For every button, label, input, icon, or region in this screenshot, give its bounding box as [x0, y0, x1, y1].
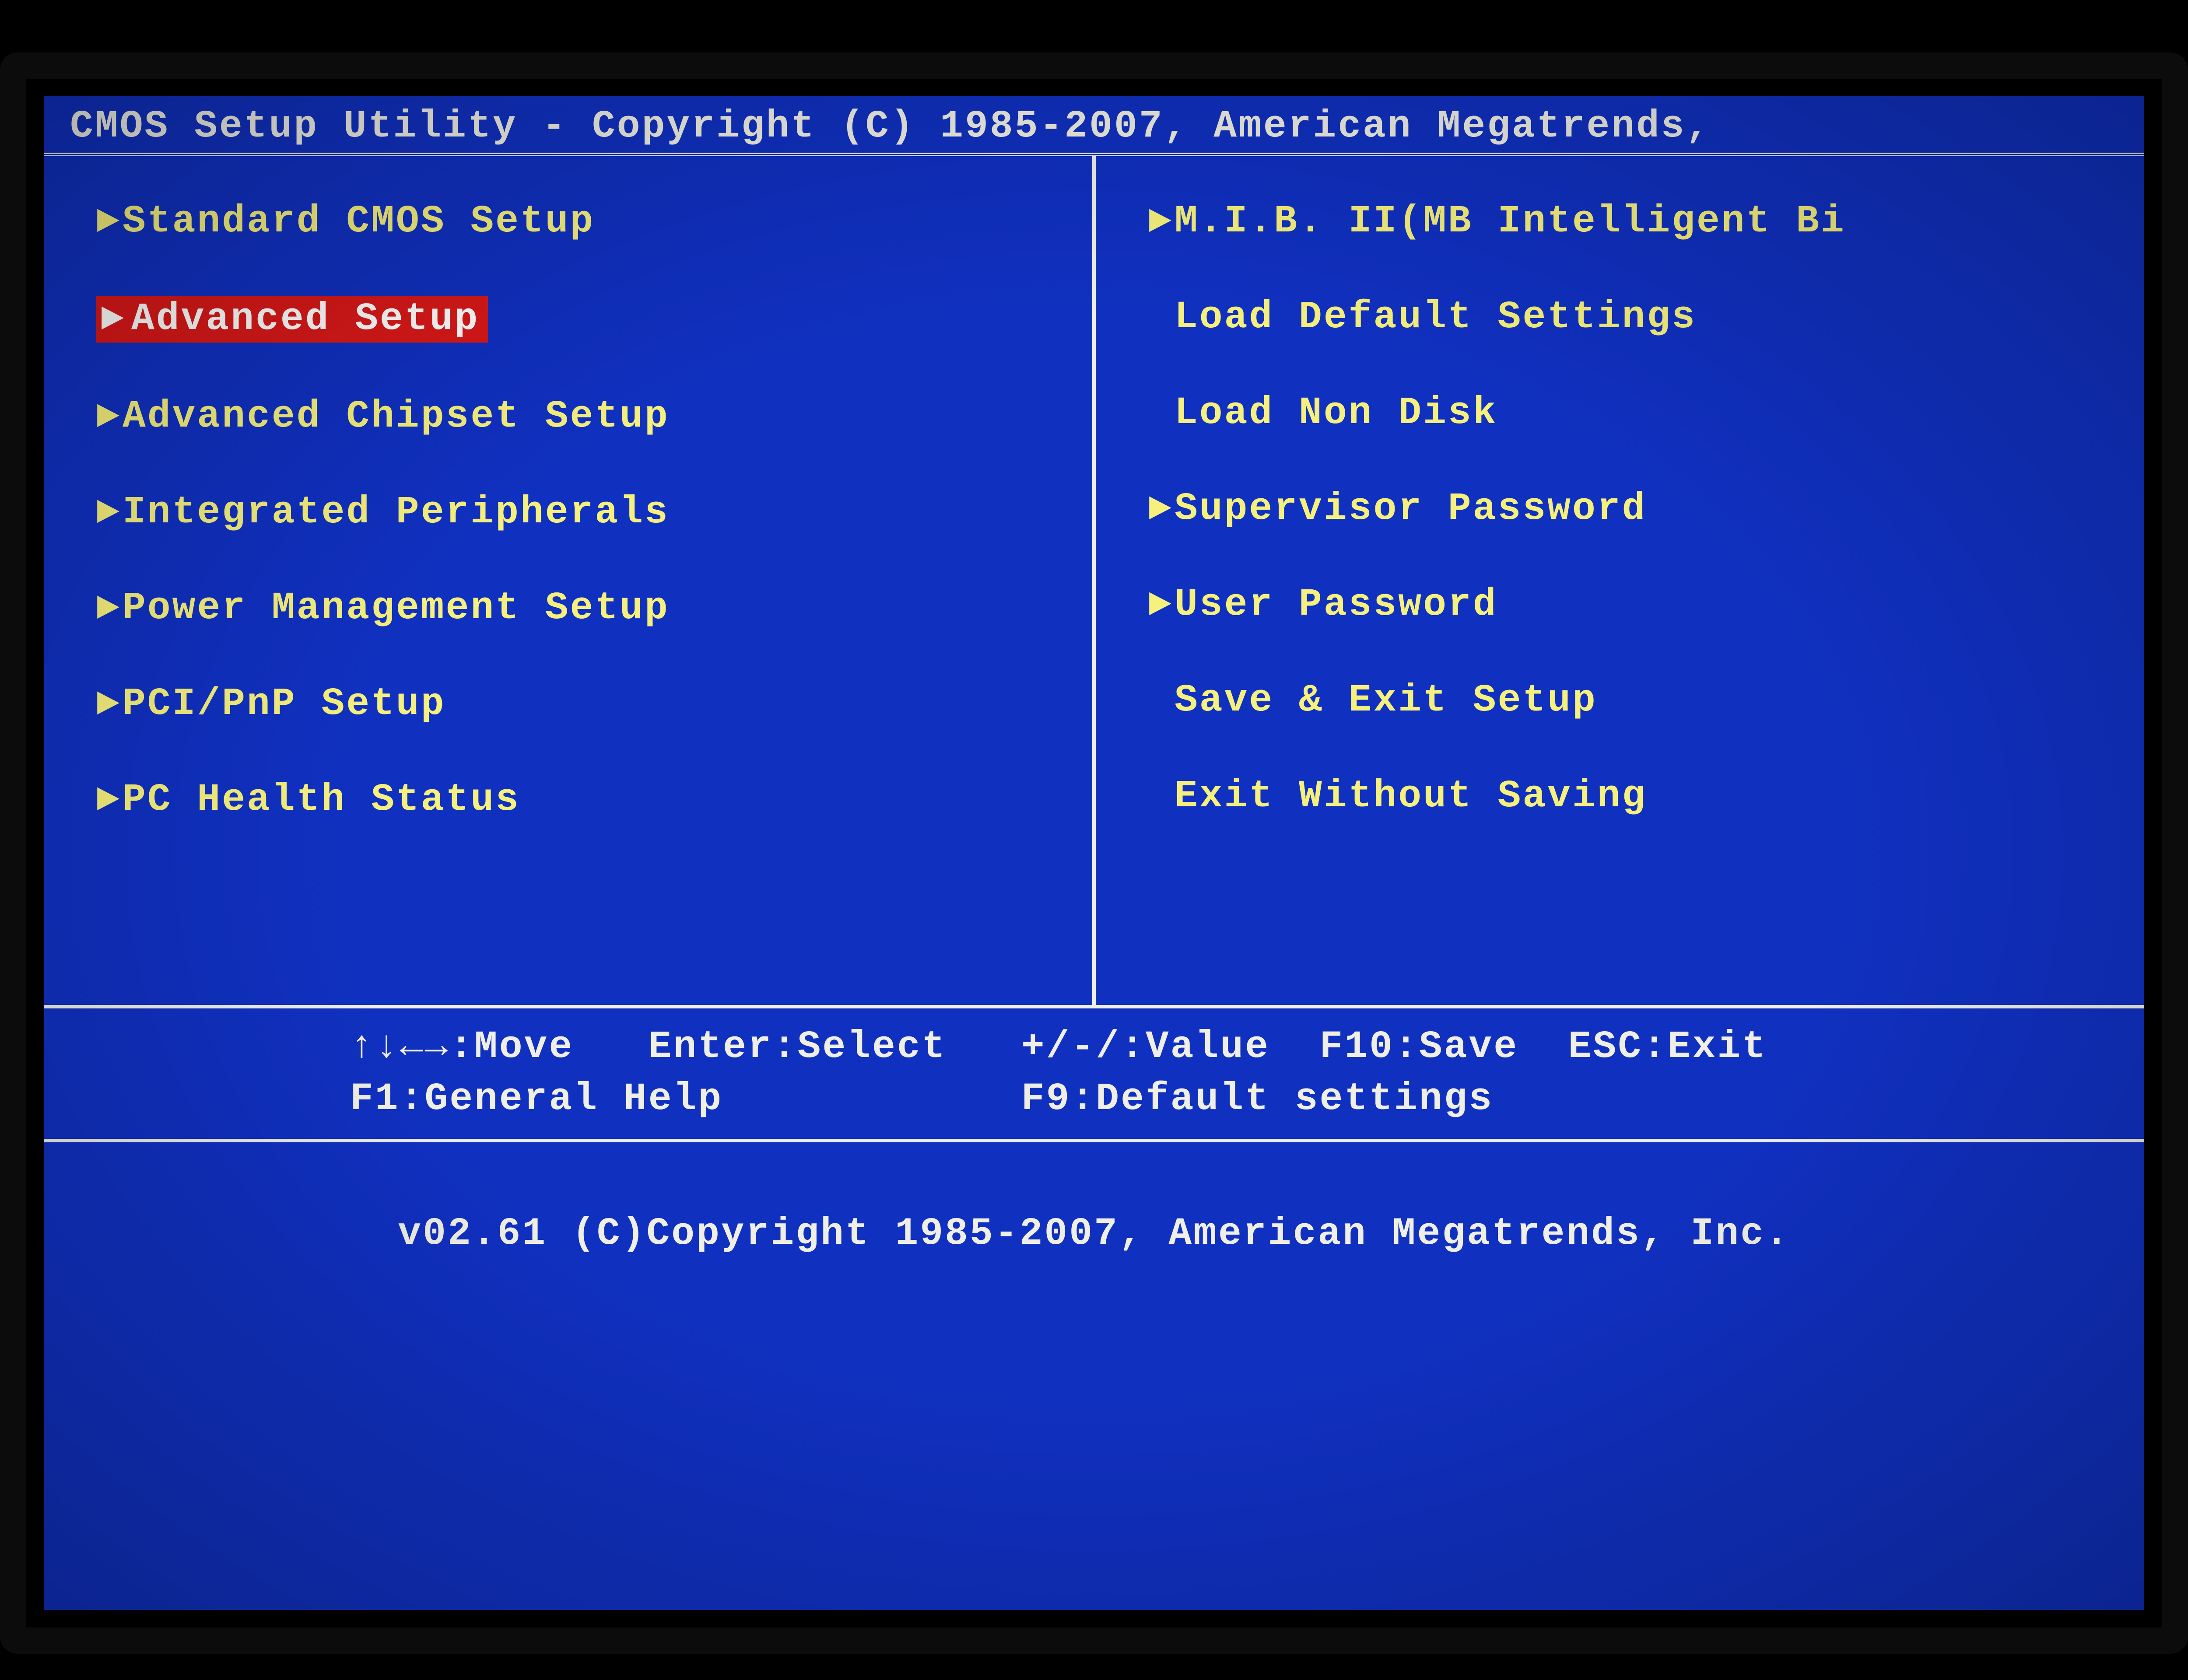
menu-item-left-3[interactable]: ►Integrated Peripherals: [96, 491, 1066, 534]
menu-item-left-4[interactable]: ►Power Management Setup: [96, 587, 1066, 630]
submenu-arrow-icon: ►: [96, 395, 123, 438]
menu-item-left-1[interactable]: ►Advanced Setup: [96, 296, 1066, 343]
menu-item-label: Save & Exit Setup: [1175, 679, 1597, 722]
menu-item-left-5[interactable]: ►PCI/PnP Setup: [96, 682, 1066, 726]
menu-item-right-6[interactable]: ►Exit Without Saving: [1148, 775, 2118, 818]
menu-left-column: ►Standard CMOS Setup►Advanced Setup►Adva…: [44, 156, 1092, 1005]
submenu-arrow-icon: ►: [1148, 200, 1175, 243]
menu-item-left-2[interactable]: ►Advanced Chipset Setup: [96, 395, 1066, 438]
menu-item-label: PCI/PnP Setup: [123, 682, 446, 726]
bios-main-menu: ►Standard CMOS Setup►Advanced Setup►Adva…: [44, 156, 2144, 1005]
menu-item-left-6[interactable]: ►PC Health Status: [96, 778, 1066, 822]
menu-item-right-1[interactable]: ►Load Default Settings: [1148, 296, 2118, 339]
menu-item-right-2[interactable]: ►Load Non Disk: [1148, 392, 2118, 435]
submenu-arrow-icon: ►: [96, 200, 123, 243]
menu-item-label: M.I.B. II(MB Intelligent Bi: [1175, 200, 1846, 243]
menu-item-label: PC Health Status: [123, 778, 520, 822]
bios-version-footer: v02.61 (C)Copyright 1985-2007, American …: [44, 1142, 2144, 1291]
menu-item-left-0[interactable]: ►Standard CMOS Setup: [96, 200, 1066, 243]
menu-item-label: Standard CMOS Setup: [123, 200, 595, 243]
menu-item-right-3[interactable]: ►Supervisor Password: [1148, 487, 2118, 531]
submenu-arrow-icon: ►: [96, 682, 123, 726]
bios-screen: CMOS Setup Utility - Copyright (C) 1985-…: [44, 96, 2144, 1610]
menu-item-label: Load Non Disk: [1175, 392, 1498, 435]
submenu-arrow-icon: ►: [1148, 487, 1175, 531]
menu-item-right-4[interactable]: ►User Password: [1148, 583, 2118, 626]
menu-item-label: Advanced Setup: [127, 296, 488, 343]
menu-item-label: Advanced Chipset Setup: [123, 395, 670, 438]
column-divider: [1092, 156, 1096, 1005]
monitor-bezel: CMOS Setup Utility - Copyright (C) 1985-…: [0, 52, 2188, 1654]
hints-line-1: ↑↓←→:Move Enter:Select +/-/:Value F10:Sa…: [350, 1026, 1767, 1069]
menu-item-label: Power Management Setup: [123, 587, 670, 630]
divider-above-hints: [44, 1005, 2144, 1008]
submenu-arrow-icon: ►: [96, 587, 123, 630]
menu-item-label: Exit Without Saving: [1175, 775, 1647, 818]
menu-item-label: Supervisor Password: [1175, 487, 1647, 531]
submenu-arrow-icon: ►: [96, 491, 123, 534]
hints-line-2: F1:General Help F9:Default settings: [350, 1078, 1494, 1121]
menu-item-label: Integrated Peripherals: [123, 491, 670, 534]
bios-title: CMOS Setup Utility - Copyright (C) 1985-…: [44, 96, 2144, 153]
menu-item-label: User Password: [1175, 583, 1498, 626]
divider-below-hints: [44, 1139, 2144, 1142]
menu-item-right-5[interactable]: ►Save & Exit Setup: [1148, 679, 2118, 722]
menu-item-label: Load Default Settings: [1175, 296, 1697, 339]
submenu-arrow-icon: ►: [96, 778, 123, 822]
key-hints: ↑↓←→:Move Enter:Select +/-/:Value F10:Sa…: [44, 1008, 2144, 1139]
submenu-arrow-icon: ►: [1148, 583, 1175, 626]
submenu-arrow-icon: ►: [96, 296, 127, 343]
divider-double-top: [44, 153, 2144, 156]
menu-item-right-0[interactable]: ►M.I.B. II(MB Intelligent Bi: [1148, 200, 2118, 243]
menu-right-column: ►M.I.B. II(MB Intelligent Bi►Load Defaul…: [1096, 156, 2144, 1005]
